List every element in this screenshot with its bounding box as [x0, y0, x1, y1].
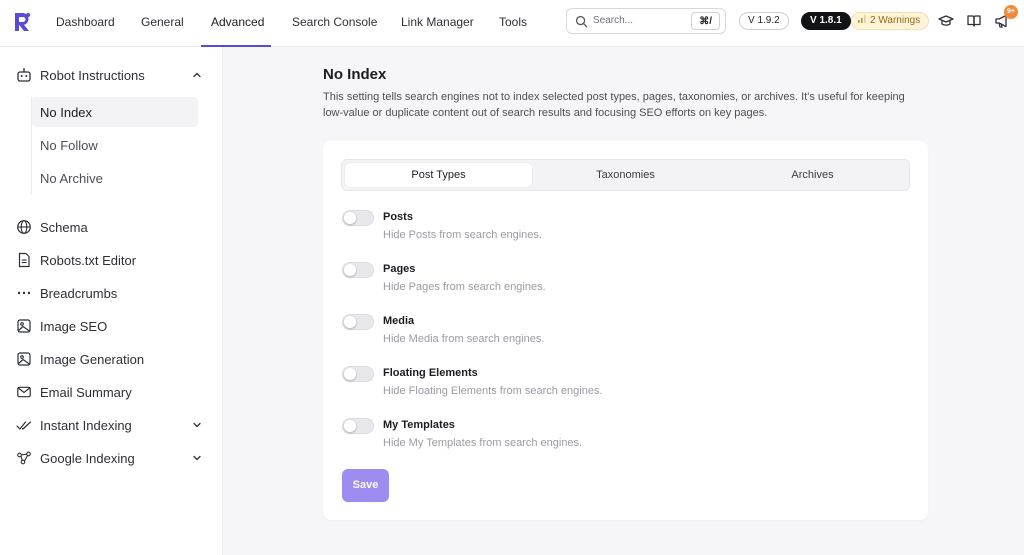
option-title: Media: [383, 315, 415, 327]
sidebar-item-google-indexing[interactable]: Google Indexing: [16, 446, 206, 470]
save-button[interactable]: Save: [342, 469, 389, 502]
nav-tab-advanced[interactable]: Advanced: [211, 15, 264, 29]
sidebar-item-image-generation[interactable]: Image Generation: [16, 347, 206, 371]
sidebar-subitem-label: No Index: [40, 105, 93, 120]
sidebar-item-schema[interactable]: Schema: [16, 215, 206, 239]
toggle-knob: [344, 316, 356, 328]
sidebar-subitem-label: No Archive: [40, 171, 103, 186]
sidebar-item-image-seo[interactable]: Image SEO: [16, 314, 206, 338]
graduation-cap-icon[interactable]: [938, 13, 954, 29]
option-title: Floating Elements: [383, 367, 478, 379]
sidebar-item-label: Google Indexing: [40, 451, 135, 466]
book-icon[interactable]: [966, 13, 982, 29]
sidebar-item-label: Robots.txt Editor: [40, 253, 137, 268]
settings-card: Post Types Taxonomies Archives Posts Hid…: [323, 141, 928, 520]
toggle-knob: [344, 264, 356, 276]
sidebar-item-robot-instructions[interactable]: Robot Instructions: [16, 63, 206, 87]
option-title: My Templates: [383, 419, 455, 431]
robot-icon: [17, 68, 31, 82]
rankmath-logo-icon[interactable]: [12, 11, 32, 33]
option-description: Hide Posts from search engines.: [383, 229, 542, 241]
search-icon: [575, 15, 588, 28]
nav-tab-tools[interactable]: Tools: [499, 15, 527, 29]
toggle-knob: [344, 368, 356, 380]
free-version-badge: V 1.9.2: [739, 12, 789, 30]
sidebar-subitem-no-follow[interactable]: No Follow: [32, 130, 198, 160]
globe-icon: [17, 220, 31, 234]
sidebar-item-label: Image SEO: [40, 319, 108, 334]
search-input[interactable]: Search... ⌘/: [566, 8, 726, 34]
option-posts: Posts Hide Posts from search engines.: [342, 210, 902, 250]
option-description: Hide Floating Elements from search engin…: [383, 385, 603, 397]
image-icon: [17, 352, 31, 366]
sidebar-item-instant-indexing[interactable]: Instant Indexing: [16, 413, 206, 437]
dots-icon: [17, 291, 31, 295]
sidebar-subitem-no-index[interactable]: No Index: [32, 97, 198, 127]
option-description: Hide My Templates from search engines.: [383, 437, 583, 449]
option-title: Posts: [383, 211, 413, 223]
chevron-up-icon[interactable]: [192, 70, 202, 80]
option-title: Pages: [383, 263, 416, 275]
sidebar-item-label: Instant Indexing: [40, 418, 132, 433]
top-bar: Dashboard General Advanced Search Consol…: [0, 0, 1024, 47]
sidebar-item-email-summary[interactable]: Email Summary: [16, 380, 206, 404]
search-shortcut-key: ⌘/: [691, 12, 720, 30]
sidebar-item-label: Breadcrumbs: [40, 286, 118, 301]
sidebar-item-robots-txt-editor[interactable]: Robots.txt Editor: [16, 248, 206, 272]
posts-toggle[interactable]: [342, 210, 374, 226]
option-my-templates: My Templates Hide My Templates from sear…: [342, 418, 902, 458]
warnings-label: 2 Warnings: [870, 15, 921, 26]
notification-count-badge[interactable]: 9+: [1004, 5, 1018, 19]
chevron-down-icon[interactable]: [192, 453, 202, 463]
chevron-down-icon[interactable]: [192, 420, 202, 430]
image-icon: [17, 319, 31, 333]
nav-tab-link-manager[interactable]: Link Manager: [401, 15, 474, 29]
sidebar-subitem-no-archive[interactable]: No Archive: [32, 163, 198, 193]
search-placeholder: Search...: [593, 15, 634, 26]
nav-tab-general[interactable]: General: [141, 15, 184, 29]
sidebar-item-label: Image Generation: [40, 352, 145, 367]
option-pages: Pages Hide Pages from search engines.: [342, 262, 902, 302]
pages-toggle[interactable]: [342, 262, 374, 278]
pro-version-badge: V 1.8.1: [801, 12, 851, 30]
double-check-icon: [16, 421, 32, 430]
nav-tab-dashboard[interactable]: Dashboard: [56, 15, 115, 29]
toggle-knob: [344, 212, 356, 224]
sidebar-item-breadcrumbs[interactable]: Breadcrumbs: [16, 281, 206, 305]
option-media: Media Hide Media from search engines.: [342, 314, 902, 354]
sidebar: Robot Instructions No Index No Follow No…: [0, 47, 223, 555]
page-description: This setting tells search engines not to…: [323, 91, 905, 119]
mail-icon: [17, 386, 31, 398]
toggle-knob: [344, 420, 356, 432]
tab-post-types[interactable]: Post Types: [345, 163, 532, 187]
my-templates-toggle[interactable]: [342, 418, 374, 434]
floating-elements-toggle[interactable]: [342, 366, 374, 382]
media-toggle[interactable]: [342, 314, 374, 330]
option-floating-elements: Floating Elements Hide Floating Elements…: [342, 366, 902, 406]
warnings-badge[interactable]: 2 Warnings: [851, 12, 930, 30]
network-icon: [17, 451, 31, 465]
content-type-tabs: Post Types Taxonomies Archives: [341, 159, 910, 191]
option-description: Hide Media from search engines.: [383, 333, 545, 345]
nav-tab-search-console[interactable]: Search Console: [292, 15, 377, 29]
sidebar-item-label: Robot Instructions: [40, 68, 145, 83]
page-title: No Index: [323, 66, 387, 83]
option-description: Hide Pages from search engines.: [383, 281, 546, 293]
sidebar-subitem-label: No Follow: [40, 138, 98, 153]
sidebar-item-label: Schema: [40, 220, 88, 235]
signal-bars-icon: [858, 15, 866, 24]
tab-archives[interactable]: Archives: [719, 163, 906, 187]
sidebar-item-label: Email Summary: [40, 385, 132, 400]
document-icon: [18, 252, 30, 268]
tab-taxonomies[interactable]: Taxonomies: [532, 163, 719, 187]
